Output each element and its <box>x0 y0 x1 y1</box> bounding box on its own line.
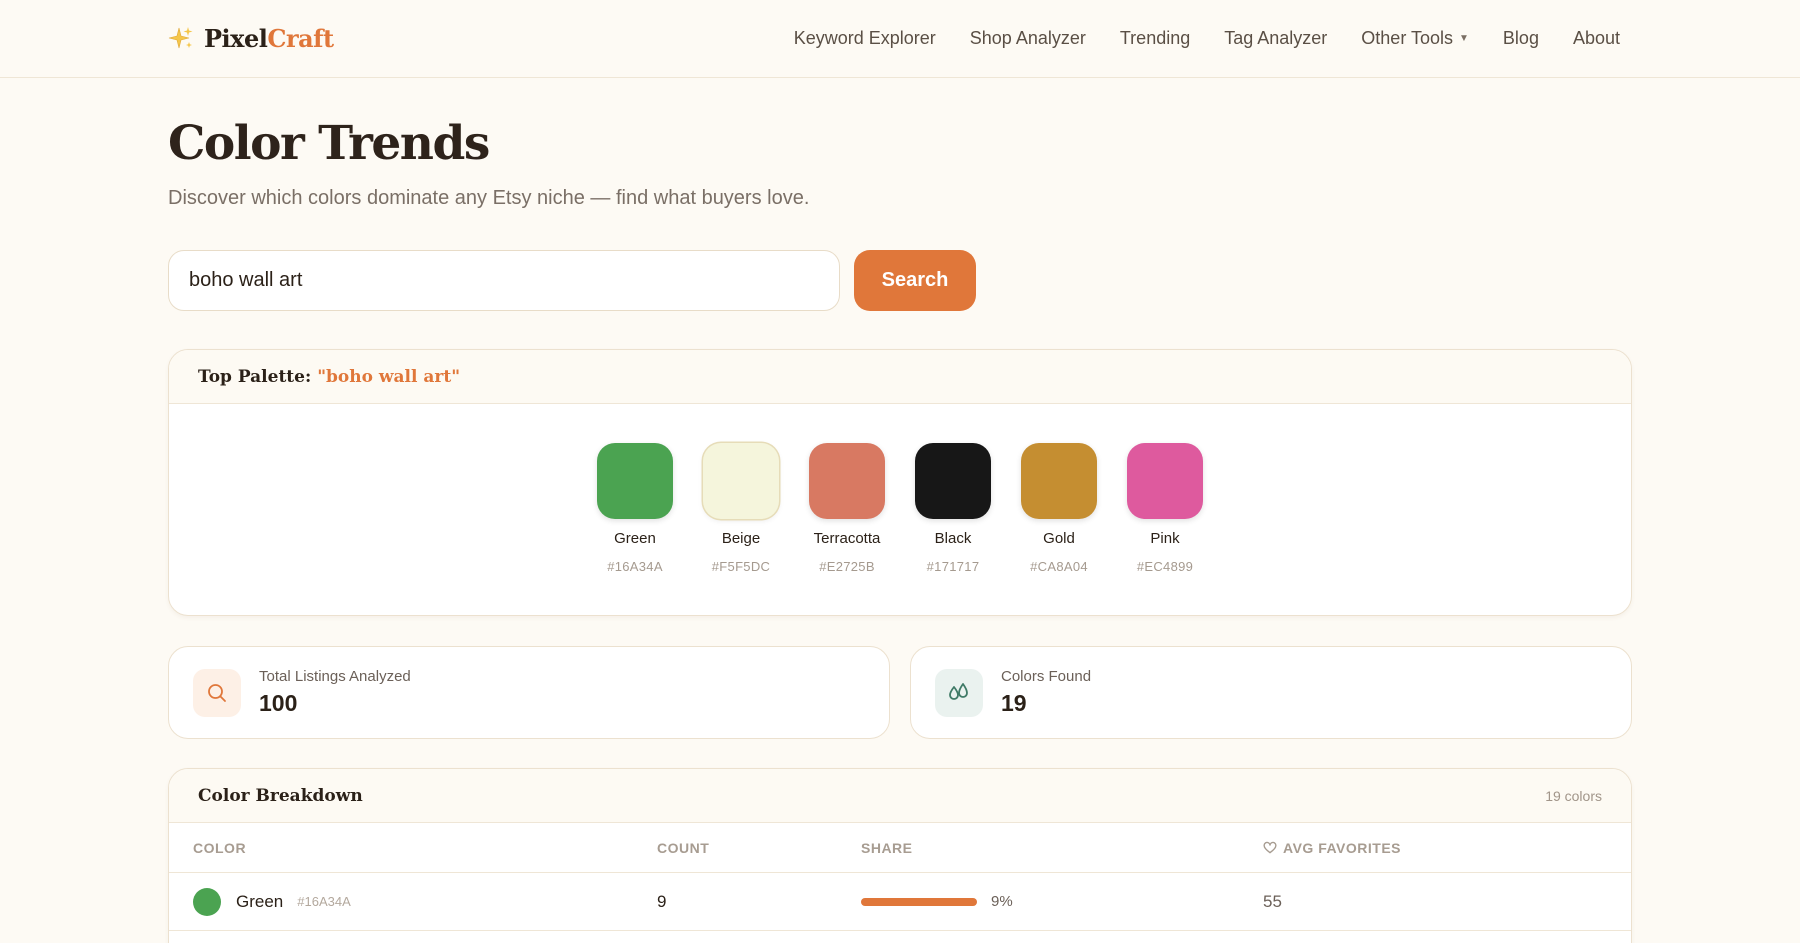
stat-label: Total Listings Analyzed <box>259 668 411 685</box>
brand-name-part2: Craft <box>267 24 334 53</box>
search-row: Search <box>168 250 1632 311</box>
table-row[interactable] <box>169 931 1631 943</box>
swatch-color <box>703 443 779 519</box>
top-palette-label: Top Palette: <box>198 366 312 387</box>
swatch-green[interactable]: Green #16A34A <box>597 443 673 574</box>
row-avg-favorites: 55 <box>1263 891 1282 911</box>
swatch-name: Terracotta <box>813 530 881 547</box>
swatch-name: Green <box>614 530 656 547</box>
nav-about[interactable]: About <box>1573 28 1620 49</box>
main-content: Color Trends Discover which colors domin… <box>0 116 1800 943</box>
swatch-color <box>809 443 885 519</box>
stat-label: Colors Found <box>1001 668 1092 685</box>
row-count: 9 <box>657 891 667 911</box>
swatch-color <box>915 443 991 519</box>
color-dot <box>193 887 221 916</box>
swatch-hex: #171717 <box>926 559 980 574</box>
nav-tag-analyzer[interactable]: Tag Analyzer <box>1224 28 1327 49</box>
swatch-hex: #16A34A <box>607 559 663 574</box>
main-nav: Keyword Explorer Shop Analyzer Trending … <box>794 28 1620 49</box>
swatch-black[interactable]: Black #171717 <box>915 443 991 574</box>
swatch-pink[interactable]: Pink #EC4899 <box>1127 443 1203 574</box>
brand-name: PixelCraft <box>204 24 334 53</box>
swatch-color <box>1127 443 1203 519</box>
swatch-beige[interactable]: Beige #F5F5DC <box>703 443 779 574</box>
color-breakdown-header: Color Breakdown 19 colors <box>169 769 1631 823</box>
swatch-hex: #E2725B <box>819 559 875 574</box>
swatch-name: Gold <box>1043 530 1075 547</box>
share-bar <box>861 897 977 906</box>
page-title: Color Trends <box>168 116 490 171</box>
color-breakdown-card: Color Breakdown 19 colors COLOR COUNT SH… <box>168 768 1632 943</box>
swatch-color <box>1021 443 1097 519</box>
search-icon <box>193 668 241 717</box>
table-row[interactable]: Green #16A34A 9 9% 55 <box>169 873 1631 931</box>
nav-keyword-explorer[interactable]: Keyword Explorer <box>794 28 936 49</box>
col-header-count[interactable]: COUNT <box>657 840 861 856</box>
nav-other-tools-label: Other Tools <box>1361 28 1454 48</box>
search-input[interactable] <box>168 250 840 311</box>
nav-trending[interactable]: Trending <box>1120 28 1190 49</box>
top-palette-title: Top Palette: "boho wall art" <box>198 367 460 387</box>
top-palette-header: Top Palette: "boho wall art" <box>169 350 1631 404</box>
swatch-terracotta[interactable]: Terracotta #E2725B <box>809 443 885 574</box>
row-color-hex: #16A34A <box>297 894 351 909</box>
nav-other-tools[interactable]: Other Tools ▼ <box>1361 28 1469 49</box>
brand-name-part1: Pixel <box>204 24 268 53</box>
color-breakdown-title: Color Breakdown <box>198 785 363 806</box>
top-palette-card: Top Palette: "boho wall art" Green #16A3… <box>168 349 1632 616</box>
share-percent: 9% <box>991 893 1013 910</box>
swatch-name: Black <box>934 530 972 547</box>
col-header-color[interactable]: COLOR <box>169 840 657 856</box>
stat-value: 100 <box>259 690 298 716</box>
top-palette-query: "boho wall art" <box>317 366 461 387</box>
row-share: 9% <box>861 893 1263 910</box>
swatch-name: Pink <box>1150 530 1180 547</box>
swatch-hex: #F5F5DC <box>711 559 771 574</box>
col-header-favorites-label: AVG FAVORITES <box>1283 839 1401 856</box>
page-subtitle: Discover which colors dominate any Etsy … <box>168 187 810 209</box>
nav-blog[interactable]: Blog <box>1503 28 1539 49</box>
row-color-cell: Green #16A34A <box>169 887 657 916</box>
droplets-icon <box>935 668 983 717</box>
caret-down-icon: ▼ <box>1459 33 1469 44</box>
swatch-hex: #EC4899 <box>1136 559 1194 574</box>
search-button[interactable]: Search <box>854 250 976 311</box>
row-color-name: Green <box>236 891 284 911</box>
swatch-name: Beige <box>721 530 761 547</box>
stat-total-listings: Total Listings Analyzed 100 <box>168 646 890 739</box>
col-header-share[interactable]: SHARE <box>861 840 1263 856</box>
swatch-gold[interactable]: Gold #CA8A04 <box>1021 443 1097 574</box>
swatch-color <box>597 443 673 519</box>
swatch-hex: #CA8A04 <box>1030 559 1088 574</box>
stat-value: 19 <box>1001 690 1027 716</box>
stat-colors-found: Colors Found 19 <box>910 646 1632 739</box>
sparkles-icon <box>168 26 193 48</box>
top-navbar: PixelCraft Keyword Explorer Shop Analyze… <box>0 0 1800 78</box>
brand-logo[interactable]: PixelCraft <box>168 24 334 53</box>
heart-icon <box>1263 841 1277 853</box>
color-count-note: 19 colors <box>1545 787 1602 804</box>
col-header-favorites[interactable]: AVG FAVORITES <box>1263 840 1631 856</box>
swatch-list: Green #16A34A Beige #F5F5DC Terracotta #… <box>169 404 1631 574</box>
nav-shop-analyzer[interactable]: Shop Analyzer <box>970 28 1086 49</box>
table-header: COLOR COUNT SHARE AVG FAVORITES <box>169 823 1631 873</box>
stats-row: Total Listings Analyzed 100 Colors Found… <box>168 646 1632 739</box>
